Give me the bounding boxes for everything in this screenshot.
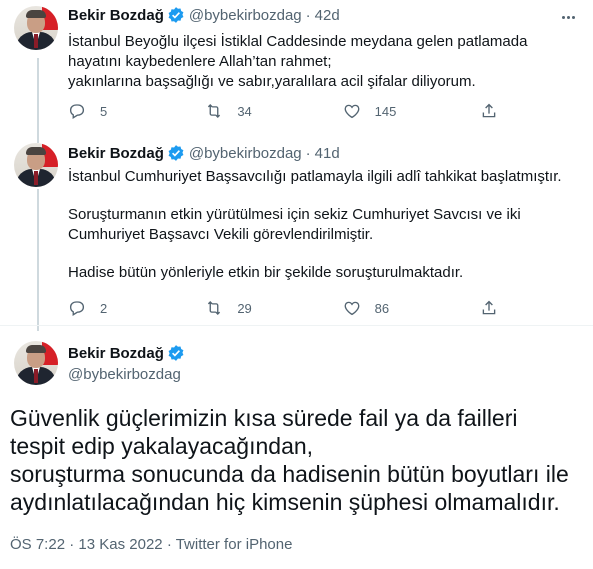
- reply-icon: [69, 104, 85, 119]
- share-icon: [482, 300, 496, 315]
- verified-badge-icon: [168, 145, 184, 161]
- retweet-icon: [208, 301, 221, 315]
- heart-icon: [344, 104, 360, 119]
- verified-badge-icon: [168, 345, 184, 361]
- author-handle[interactable]: @bybekirbozdag: [189, 145, 302, 162]
- like-count: 86: [374, 300, 390, 316]
- tweet-line: soruşturma sonucunda da hadisenin bütün …: [10, 461, 569, 487]
- avatar[interactable]: [14, 6, 58, 50]
- tweet-time[interactable]: 42d: [315, 7, 340, 24]
- reply-count: 2: [100, 300, 108, 316]
- share-button[interactable]: [480, 299, 498, 317]
- retweet-count: 29: [237, 300, 252, 316]
- tweet-paragraph: Soruşturmanın etkin yürütülmesi için sek…: [68, 206, 521, 243]
- tweet-time[interactable]: 41d: [315, 145, 340, 162]
- tweet-date[interactable]: 13 Kas 2022: [78, 536, 162, 553]
- tweet-paragraph: Hadise bütün yönleriyle etkin bir şekild…: [68, 264, 464, 281]
- retweet-count: 34: [237, 103, 252, 119]
- tweet-text: İstanbul Cumhuriyet Başsavcılığı patlama…: [68, 167, 575, 283]
- main-tweet: Bekir Bozdağ @bybekirbozdag Güvenlik güç…: [0, 326, 593, 569]
- reply-count: 5: [100, 103, 108, 119]
- separator-dot: ·: [69, 536, 75, 553]
- tweet-line: yakınlarına başsağlığı ve sabır,yaralıla…: [68, 73, 476, 90]
- tweet-line: tespit edip yakalayacağından,: [10, 433, 314, 459]
- author-name[interactable]: Bekir Bozdağ: [68, 345, 164, 362]
- author-name[interactable]: Bekir Bozdağ: [68, 145, 164, 162]
- author-handle[interactable]: @bybekirbozdag: [68, 366, 181, 383]
- main-tweet-text: Güvenlik güçlerimizin kısa sürede fail y…: [10, 404, 581, 516]
- tweet-2[interactable]: Bekir Bozdağ @bybekirbozdag · 41d İstanb…: [0, 131, 593, 326]
- like-button[interactable]: 145: [343, 102, 453, 120]
- avatar[interactable]: [14, 143, 58, 187]
- like-count: 145: [374, 103, 397, 119]
- retweet-button[interactable]: 34: [205, 102, 315, 120]
- separator-dot: ·: [166, 536, 172, 553]
- tweet-line: hayatını kaybedenlere Allah’tan rahmet;: [68, 53, 332, 70]
- tweet-paragraph: İstanbul Cumhuriyet Başsavcılığı patlama…: [68, 168, 562, 185]
- reply-icon: [69, 301, 85, 316]
- tweet-header: Bekir Bozdağ: [68, 344, 189, 362]
- tweet-header: Bekir Bozdağ @bybekirbozdag · 41d: [68, 144, 340, 162]
- tweet-text: İstanbul Beyoğlu ilçesi İstiklal Caddesi…: [68, 32, 575, 92]
- separator-dot: ·: [305, 144, 311, 162]
- retweet-icon: [208, 104, 221, 118]
- tweet-source[interactable]: Twitter for iPhone: [176, 536, 293, 553]
- action-bar: 5 34 145: [68, 101, 498, 121]
- avatar[interactable]: [14, 341, 58, 385]
- tweet-time[interactable]: ÖS 7:22: [10, 536, 65, 553]
- reply-button[interactable]: 2: [68, 299, 178, 317]
- tweet-line: İstanbul Beyoğlu ilçesi İstiklal Caddesi…: [68, 33, 528, 50]
- tweet-line: aydınlatılacağından hiç kimsenin şüphesi…: [10, 489, 560, 515]
- tweet-meta: ÖS 7:22 · 13 Kas 2022 · Twitter for iPho…: [10, 536, 292, 553]
- more-icon[interactable]: [559, 8, 577, 26]
- share-icon: [482, 103, 496, 118]
- author-name[interactable]: Bekir Bozdağ: [68, 7, 164, 24]
- reply-button[interactable]: 5: [68, 102, 178, 120]
- share-button[interactable]: [480, 102, 498, 120]
- separator-dot: ·: [305, 6, 311, 24]
- author-handle[interactable]: @bybekirbozdag: [189, 7, 302, 24]
- retweet-button[interactable]: 29: [205, 299, 315, 317]
- action-bar: 2 29 86: [68, 298, 498, 318]
- verified-badge-icon: [168, 7, 184, 23]
- like-button[interactable]: 86: [343, 299, 453, 317]
- tweet-1[interactable]: Bekir Bozdağ @bybekirbozdag · 42d İstanb…: [0, 0, 593, 131]
- heart-icon: [344, 301, 360, 316]
- tweet-header: Bekir Bozdağ @bybekirbozdag · 42d: [68, 6, 340, 24]
- tweet-line: Güvenlik güçlerimizin kısa sürede fail y…: [10, 405, 518, 431]
